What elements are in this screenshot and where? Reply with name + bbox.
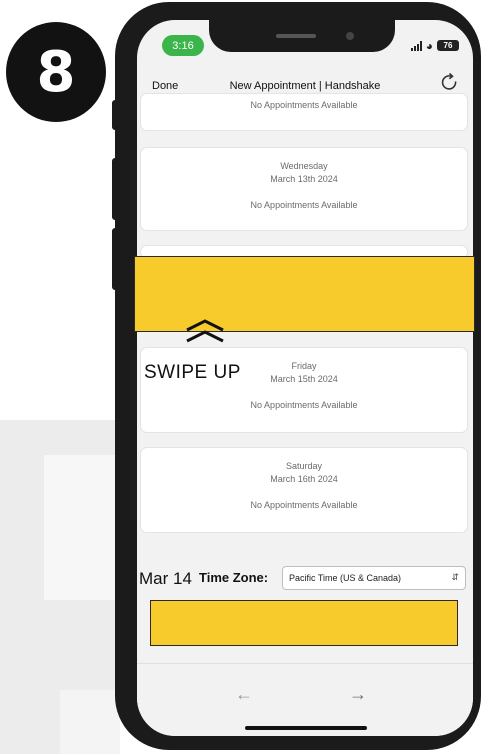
day-card: Saturday March 16th 2024 No Appointments… bbox=[141, 448, 467, 532]
phone-notch bbox=[209, 20, 395, 52]
arrow-left-icon[interactable]: ← bbox=[235, 684, 253, 705]
battery-icon: 76 bbox=[437, 40, 459, 51]
timezone-label: Time Zone: bbox=[199, 570, 269, 585]
phone-silent-switch bbox=[112, 100, 118, 130]
day-card: Friday March 15th 2024 No Appointments A… bbox=[141, 348, 467, 432]
day-name: Saturday bbox=[285, 461, 323, 471]
arrow-right-icon[interactable]: → bbox=[349, 684, 367, 705]
timezone-select[interactable]: Pacific Time (US & Canada) ⇵ bbox=[282, 566, 466, 590]
phone-volume-down-button bbox=[112, 228, 118, 290]
page-title: New Appointment | Handshake bbox=[229, 80, 381, 92]
timezone-selected-value: Pacific Time (US & Canada) bbox=[289, 573, 402, 583]
home-indicator bbox=[245, 726, 367, 730]
notch-camera bbox=[346, 32, 354, 40]
bottom-navigation: ← → bbox=[137, 663, 473, 736]
day-name: Wednesday bbox=[280, 161, 328, 171]
selected-date-label: Mar 14 bbox=[139, 569, 192, 588]
day-status: No Appointments Available bbox=[250, 200, 358, 210]
swipe-up-label: SWIPE UP bbox=[144, 362, 241, 383]
refresh-icon[interactable] bbox=[440, 72, 460, 94]
day-status: No Appointments Available bbox=[250, 100, 358, 110]
day-date: March 13th 2024 bbox=[270, 174, 338, 184]
signal-icon bbox=[410, 40, 422, 51]
status-time: 3:16 bbox=[162, 35, 204, 56]
double-chevron-up-icon bbox=[186, 319, 224, 343]
status-icons: ◕ 76 bbox=[410, 38, 459, 53]
background-watermark-cutout bbox=[44, 455, 115, 600]
day-status: No Appointments Available bbox=[250, 400, 358, 410]
wifi-icon: ◕ bbox=[425, 38, 433, 53]
notch-speaker bbox=[276, 34, 316, 38]
background-watermark-foot bbox=[60, 690, 120, 754]
phone-volume-up-button bbox=[112, 158, 118, 220]
highlight-box-bottom bbox=[150, 600, 458, 646]
day-date: March 16th 2024 bbox=[270, 474, 338, 484]
step-number-badge: 8 bbox=[6, 22, 106, 122]
day-card: No Appointments Available bbox=[141, 94, 467, 130]
select-caret-icon: ⇵ bbox=[451, 572, 459, 582]
day-status: No Appointments Available bbox=[250, 500, 358, 510]
day-card: Wednesday March 13th 2024 No Appointment… bbox=[141, 148, 467, 230]
